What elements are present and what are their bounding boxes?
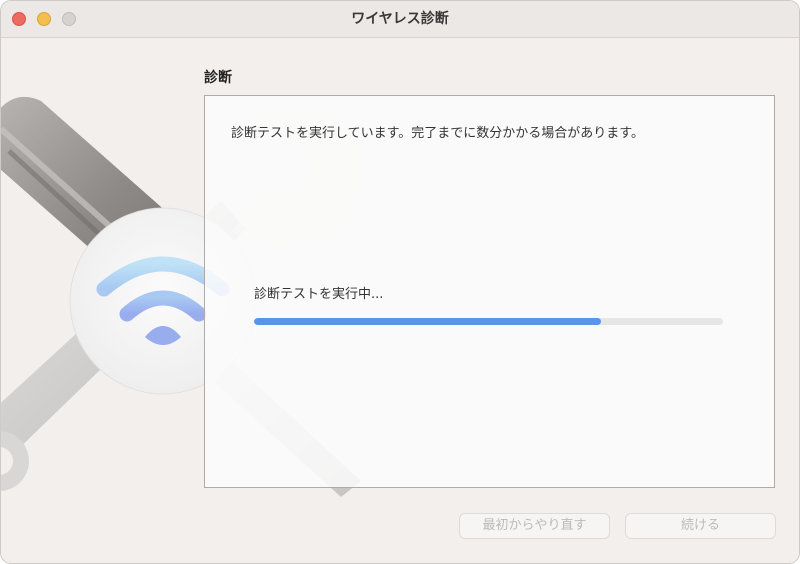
title-bar: ワイヤレス診断 — [1, 1, 799, 38]
continue-button[interactable]: 続ける — [625, 513, 776, 539]
status-message: 診断テストを実行しています。完了までに数分かかる場合があります。 — [231, 126, 645, 141]
section-label: 診断 — [204, 70, 232, 86]
progress-label: 診断テストを実行中... — [254, 287, 384, 302]
progress-bar — [254, 318, 723, 325]
window-title: ワイヤレス診断 — [351, 11, 449, 27]
wireless-diagnostics-window: ワイヤレス診断 診断 診断テストを実行しています。完了までに数分かかる場合があり… — [0, 0, 800, 564]
diagnostics-panel: 診断テストを実行しています。完了までに数分かかる場合があります。 診断テストを実… — [204, 95, 775, 488]
progress-bar-fill — [254, 318, 602, 325]
start-over-button[interactable]: 最初からやり直す — [459, 513, 610, 539]
